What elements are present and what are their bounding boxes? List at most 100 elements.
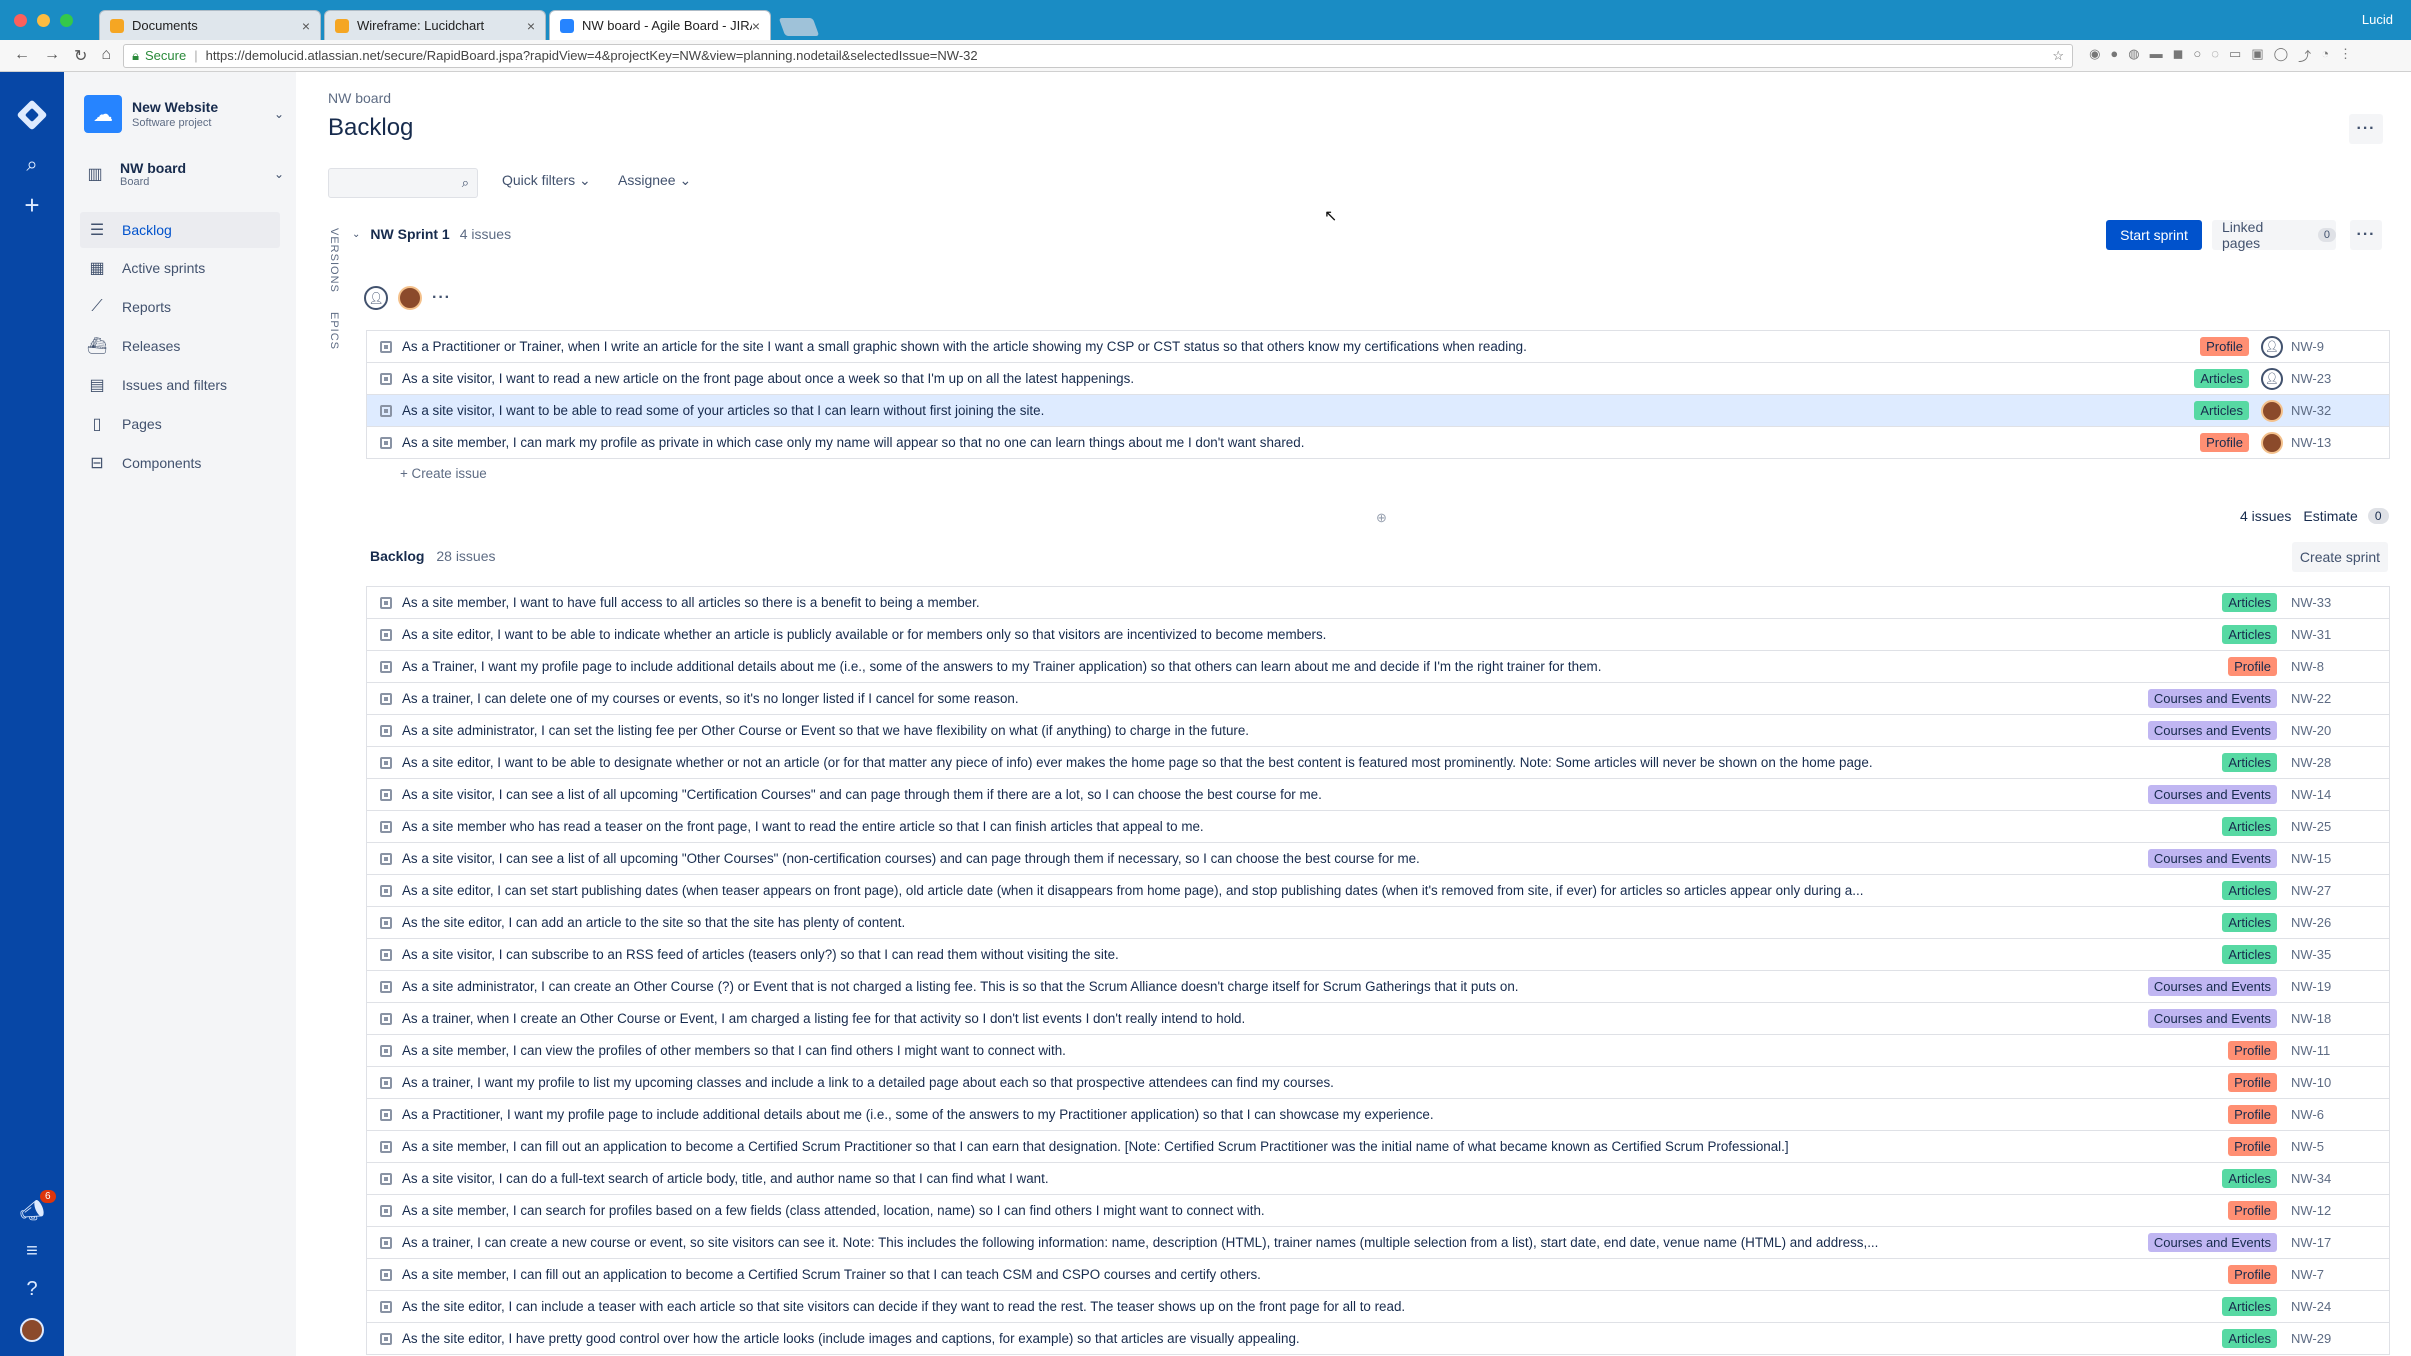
browser-menu-icon[interactable]: ⋮ xyxy=(2339,46,2352,65)
table-row[interactable]: As a Practitioner, I want my profile pag… xyxy=(367,1099,2389,1131)
issue-key[interactable]: NW-26 xyxy=(2291,915,2339,930)
table-row[interactable]: As a site editor, I want to be able to i… xyxy=(367,619,2389,651)
epic-badge[interactable]: Articles xyxy=(2222,913,2277,932)
extension-icon[interactable]: ◼ xyxy=(2173,46,2184,65)
more-avatars-icon[interactable]: ··· xyxy=(432,289,451,307)
table-row[interactable]: As a site administrator, I can set the l… xyxy=(367,715,2389,747)
sidebar-item-components[interactable]: ⊟ Components xyxy=(80,445,280,481)
close-tab-icon[interactable]: × xyxy=(752,18,760,34)
epic-badge[interactable]: Articles xyxy=(2222,1297,2277,1316)
extension-icon[interactable]: ◉ xyxy=(2089,46,2100,65)
issue-key[interactable]: NW-18 xyxy=(2291,1011,2339,1026)
quick-filters-dropdown[interactable]: Quick filters ⌄ xyxy=(502,172,591,189)
minimize-window-icon[interactable] xyxy=(37,14,50,27)
table-row[interactable]: As a Trainer, I want my profile page to … xyxy=(367,651,2389,683)
collapse-caret-icon[interactable]: ⌄ xyxy=(352,229,360,240)
table-row[interactable]: As a trainer, when I create an Other Cou… xyxy=(367,1003,2389,1035)
assignee-dropdown[interactable]: Assignee ⌄ xyxy=(618,172,691,189)
epic-badge[interactable]: Articles xyxy=(2194,401,2249,420)
avatar[interactable] xyxy=(398,286,422,310)
home-icon[interactable]: ⌂ xyxy=(101,46,111,66)
table-row[interactable]: As a site visitor, I can subscribe to an… xyxy=(367,939,2389,971)
issue-key[interactable]: NW-20 xyxy=(2291,723,2339,738)
maximize-window-icon[interactable] xyxy=(60,14,73,27)
extension-icon[interactable]: ◯ xyxy=(2274,46,2289,65)
create-plus-icon[interactable]: + xyxy=(0,190,64,221)
epic-badge[interactable]: Articles xyxy=(2222,881,2277,900)
extension-icon[interactable]: ▭ xyxy=(2229,46,2241,65)
breadcrumb[interactable]: NW board xyxy=(328,90,391,106)
app-switcher-icon[interactable]: ≡ xyxy=(0,1240,64,1263)
browser-tab[interactable]: NW board - Agile Board - JIRA × xyxy=(549,10,771,40)
table-row[interactable]: As a site editor, I can set start publis… xyxy=(367,875,2389,907)
epic-badge[interactable]: Articles xyxy=(2222,753,2277,772)
epic-badge[interactable]: Articles xyxy=(2222,625,2277,644)
epic-badge[interactable]: Profile xyxy=(2228,657,2277,676)
issue-key[interactable]: NW-33 xyxy=(2291,595,2339,610)
versions-tab[interactable]: VERSIONS xyxy=(328,228,340,293)
page-more-button[interactable]: ··· xyxy=(2349,114,2383,144)
assignee-avatar[interactable] xyxy=(2261,431,2283,454)
close-tab-icon[interactable]: × xyxy=(302,18,310,34)
epic-badge[interactable]: Profile xyxy=(2200,433,2249,452)
table-row[interactable]: As a trainer, I can delete one of my cou… xyxy=(367,683,2389,715)
issue-key[interactable]: NW-5 xyxy=(2291,1139,2339,1154)
new-tab-button[interactable] xyxy=(778,18,820,36)
epics-tab[interactable]: EPICS xyxy=(328,312,340,350)
sprint-more-button[interactable]: ··· xyxy=(2350,220,2382,250)
create-issue-button[interactable]: + Create issue xyxy=(400,466,487,481)
table-row[interactable]: As a trainer, I can create a new course … xyxy=(367,1227,2389,1259)
epic-badge[interactable]: Courses and Events xyxy=(2147,849,2277,868)
issue-key[interactable]: NW-34 xyxy=(2291,1171,2339,1186)
epic-badge[interactable]: Courses and Events xyxy=(2147,721,2277,740)
issue-key[interactable]: NW-31 xyxy=(2291,627,2339,642)
table-row[interactable]: As a Practitioner or Trainer, when I wri… xyxy=(367,331,2389,363)
issue-key[interactable]: NW-12 xyxy=(2291,1203,2339,1218)
issue-key[interactable]: NW-8 xyxy=(2291,659,2339,674)
table-row[interactable]: As a site visitor, I want to be able to … xyxy=(367,395,2389,427)
issue-key[interactable]: NW-32 xyxy=(2291,403,2339,418)
epic-badge[interactable]: Articles xyxy=(2222,1329,2277,1348)
issue-key[interactable]: NW-17 xyxy=(2291,1235,2339,1250)
issue-key[interactable]: NW-11 xyxy=(2291,1043,2339,1058)
linked-pages-button[interactable]: Linked pages 0 xyxy=(2212,219,2336,251)
sidebar-item-issues-and-filters[interactable]: ▤ Issues and filters xyxy=(80,367,280,403)
epic-badge[interactable]: Courses and Events xyxy=(2147,785,2277,804)
issue-key[interactable]: NW-28 xyxy=(2291,755,2339,770)
table-row[interactable]: As a site member, I can fill out an appl… xyxy=(367,1131,2389,1163)
issue-key[interactable]: NW-10 xyxy=(2291,1075,2339,1090)
notifications-icon[interactable]: 📣︎ 6 xyxy=(0,1190,64,1223)
browser-tab[interactable]: Documents × xyxy=(99,10,321,40)
browser-tab[interactable]: Wireframe: Lucidchart × xyxy=(324,10,546,40)
issue-key[interactable]: NW-9 xyxy=(2291,339,2339,354)
epic-badge[interactable]: Articles xyxy=(2222,593,2277,612)
epic-badge[interactable]: Profile xyxy=(2228,1041,2277,1060)
table-row[interactable]: As a site member, I can search for profi… xyxy=(367,1195,2389,1227)
table-row[interactable]: As a site visitor, I can see a list of a… xyxy=(367,843,2389,875)
extension-icon[interactable]: ◔ xyxy=(2321,46,2329,65)
close-window-icon[interactable] xyxy=(14,14,27,27)
epic-badge[interactable]: Articles xyxy=(2222,1169,2277,1188)
table-row[interactable]: As a site editor, I want to be able to d… xyxy=(367,747,2389,779)
table-row[interactable]: As a trainer, I want my profile to list … xyxy=(367,1067,2389,1099)
url-text[interactable]: https://demolucid.atlassian.net/secure/R… xyxy=(206,48,978,63)
table-row[interactable]: As a site member, I can mark my profile … xyxy=(367,427,2389,459)
extension-icon[interactable]: ⤴ xyxy=(2298,46,2311,65)
epic-badge[interactable]: Courses and Events xyxy=(2147,689,2277,708)
extension-icon[interactable]: ◍ xyxy=(2128,46,2139,65)
issue-key[interactable]: NW-23 xyxy=(2291,371,2339,386)
browser-profile-name[interactable]: Lucid xyxy=(2362,12,2393,27)
assignee-avatar[interactable]: 👤︎ xyxy=(2261,335,2283,358)
table-row[interactable]: As a site administrator, I can create an… xyxy=(367,971,2389,1003)
issue-key[interactable]: NW-7 xyxy=(2291,1267,2339,1282)
assignee-avatar[interactable] xyxy=(2261,399,2283,422)
reload-icon[interactable]: ↻ xyxy=(74,46,87,66)
issue-key[interactable]: NW-24 xyxy=(2291,1299,2339,1314)
epic-badge[interactable]: Courses and Events xyxy=(2147,977,2277,996)
bookmark-star-icon[interactable]: ☆ xyxy=(2052,48,2064,64)
table-row[interactable]: As a site member, I can fill out an appl… xyxy=(367,1259,2389,1291)
issue-key[interactable]: NW-27 xyxy=(2291,883,2339,898)
assignee-avatar[interactable]: 👤︎ xyxy=(2261,367,2283,390)
user-avatar-icon[interactable]: 👤︎ xyxy=(364,286,388,310)
issue-key[interactable]: NW-29 xyxy=(2291,1331,2339,1346)
